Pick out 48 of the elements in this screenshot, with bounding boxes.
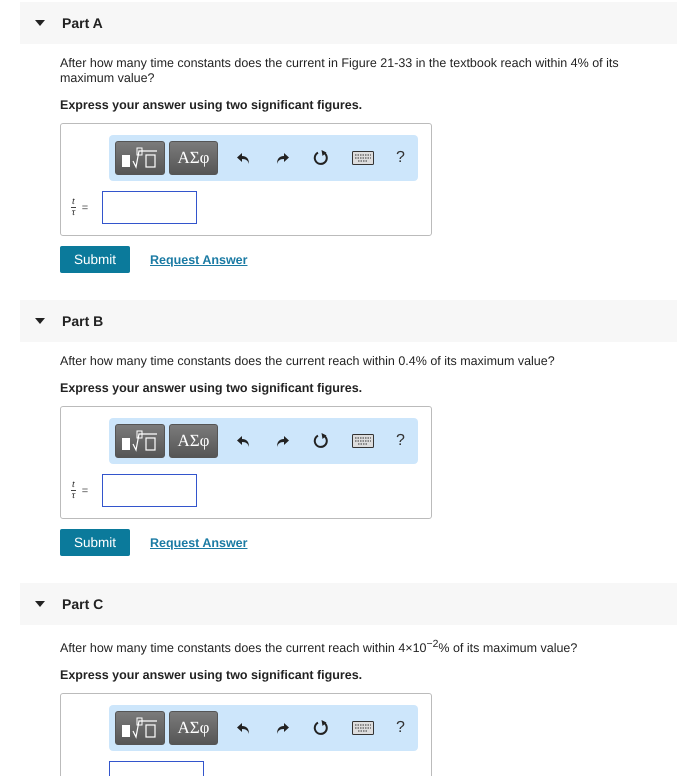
keyboard-icon[interactable] bbox=[352, 151, 374, 165]
part-header[interactable]: Part A bbox=[20, 2, 677, 44]
template-button[interactable] bbox=[115, 141, 165, 175]
submit-button[interactable]: Submit bbox=[60, 246, 130, 273]
reset-icon[interactable] bbox=[312, 432, 330, 450]
keyboard-icon[interactable] bbox=[352, 434, 374, 448]
root-template-icon bbox=[120, 716, 160, 740]
answer-field[interactable] bbox=[102, 191, 198, 224]
template-button[interactable] bbox=[115, 424, 165, 458]
help-button[interactable]: ? bbox=[396, 432, 405, 450]
template-button[interactable] bbox=[115, 711, 165, 746]
reset-icon[interactable] bbox=[312, 719, 330, 738]
equals-sign: = bbox=[82, 202, 88, 214]
part-title: Part C bbox=[62, 596, 104, 612]
redo-icon[interactable] bbox=[274, 720, 290, 736]
help-button[interactable]: ? bbox=[396, 149, 405, 167]
instruction-text: Express your answer using two significant figures. bbox=[60, 668, 364, 682]
undo-icon[interactable] bbox=[236, 433, 252, 449]
part-title: Part B bbox=[62, 313, 104, 329]
answer-field[interactable] bbox=[102, 474, 198, 507]
part-header[interactable]: Part B bbox=[20, 300, 677, 342]
fraction-denominator: τ bbox=[72, 491, 76, 501]
question-text: After how many time constants does the current reach within 4×10$^{−2}$% of its maximum value? bbox=[60, 638, 578, 656]
fraction-numerator: t bbox=[71, 480, 76, 491]
question-text: After how many time constants does the current reach within 0.4% of its maximum value? bbox=[60, 354, 556, 369]
fraction-denominator: τ bbox=[72, 208, 76, 218]
equals-sign: = bbox=[82, 484, 88, 496]
request-answer-link[interactable]: Request Answer bbox=[150, 536, 248, 550]
undo-icon[interactable] bbox=[236, 720, 252, 736]
root-template-icon bbox=[120, 429, 160, 453]
symbols-button[interactable]: ΑΣφ bbox=[169, 711, 218, 746]
fraction-numerator: t bbox=[71, 197, 76, 208]
question-text: After how many time constants does the current in Figure 21-33 in the textbook reach within 4% of its maximum value? bbox=[60, 56, 620, 86]
symbols-button[interactable]: ΑΣφ bbox=[169, 141, 218, 175]
instruction-text: Express your answer using two significant figures. bbox=[60, 381, 364, 395]
request-answer-link[interactable]: Request Answer bbox=[150, 252, 248, 266]
submit-button[interactable]: Submit bbox=[60, 529, 130, 556]
help-button[interactable]: ? bbox=[396, 719, 405, 738]
instruction-text: Express your answer using two significant figures. bbox=[60, 98, 364, 112]
redo-icon[interactable] bbox=[274, 433, 290, 449]
symbols-button[interactable]: ΑΣφ bbox=[169, 424, 218, 458]
keyboard-icon[interactable] bbox=[352, 721, 374, 736]
redo-icon[interactable] bbox=[274, 150, 290, 166]
part-header[interactable]: Part C bbox=[20, 583, 677, 625]
reset-icon[interactable] bbox=[312, 149, 330, 167]
part-title: Part A bbox=[62, 15, 103, 31]
undo-icon[interactable] bbox=[236, 150, 252, 166]
root-template-icon bbox=[120, 146, 160, 170]
